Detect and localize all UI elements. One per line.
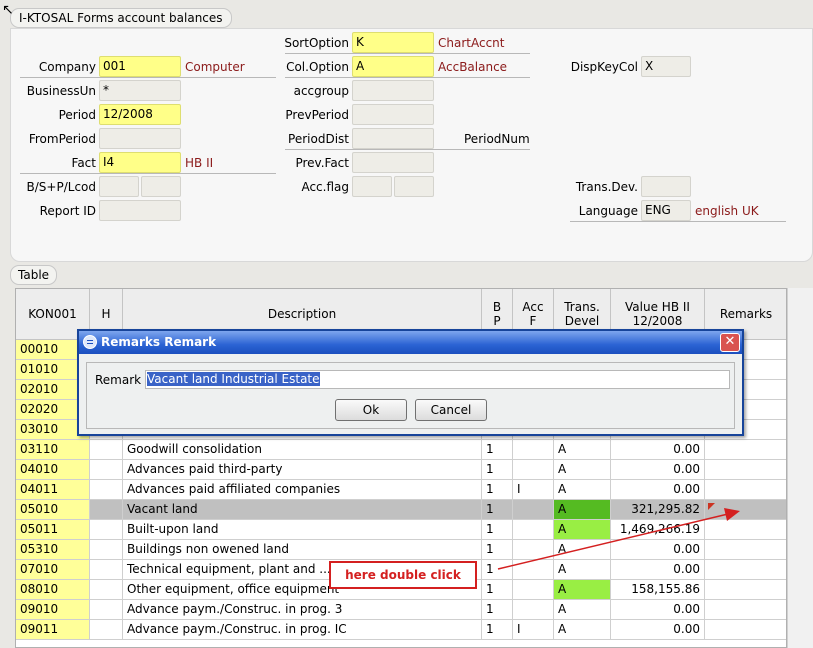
annotation-arrow xyxy=(497,508,740,570)
